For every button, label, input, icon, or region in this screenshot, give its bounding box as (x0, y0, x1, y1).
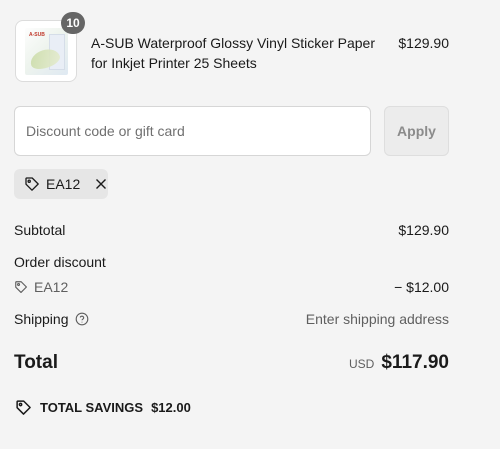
product-price: $129.90 (398, 35, 449, 51)
question-circle-icon[interactable] (75, 312, 89, 326)
product-thumbnail: A-SUB 10 (15, 12, 85, 82)
shipping-label-group: Shipping (14, 311, 89, 327)
product-image-logo: A-SUB (29, 32, 45, 38)
total-label: Total (14, 352, 58, 373)
total-savings-label: TOTAL SAVINGS (40, 400, 144, 415)
tag-icon (15, 399, 32, 416)
applied-discount-code: EA12 (46, 176, 81, 192)
total-value-group: USD $117.90 (349, 352, 449, 374)
product-image: A-SUB (25, 28, 68, 75)
quantity-badge: 10 (61, 12, 85, 34)
discount-code-input[interactable] (14, 106, 371, 156)
subtotal-label: Subtotal (14, 222, 66, 238)
total-value: $117.90 (381, 352, 449, 373)
product-title: A-SUB Waterproof Glossy Vinyl Sticker Pa… (91, 35, 375, 71)
shipping-label: Shipping (14, 311, 69, 327)
discount-code-text: EA12 (34, 279, 69, 295)
tag-icon (24, 176, 40, 192)
apply-button[interactable]: Apply (384, 106, 449, 156)
close-icon[interactable] (95, 178, 107, 190)
subtotal-value: $129.90 (398, 222, 449, 238)
applied-discount-chip: EA12 (14, 169, 108, 199)
discount-code-label: EA12 (14, 279, 68, 295)
currency-code: USD (349, 357, 375, 371)
tag-icon (14, 280, 28, 294)
order-discount-label: Order discount (14, 254, 106, 270)
total-savings-value: $12.00 (151, 400, 191, 415)
cart-line-item: A-SUB 10 A-SUB Waterproof Glossy Vinyl S… (15, 12, 449, 82)
total-savings: TOTAL SAVINGS $12.00 (15, 399, 191, 416)
subtotal-row: Subtotal $129.90 (14, 222, 449, 238)
order-discount-row: Order discount (14, 254, 449, 270)
discount-value: − $12.00 (394, 279, 449, 295)
total-row: Total USD $117.90 (14, 352, 449, 374)
discount-code-row: EA12 − $12.00 (14, 279, 449, 295)
shipping-value: Enter shipping address (305, 311, 449, 327)
shipping-row: Shipping Enter shipping address (14, 311, 449, 327)
